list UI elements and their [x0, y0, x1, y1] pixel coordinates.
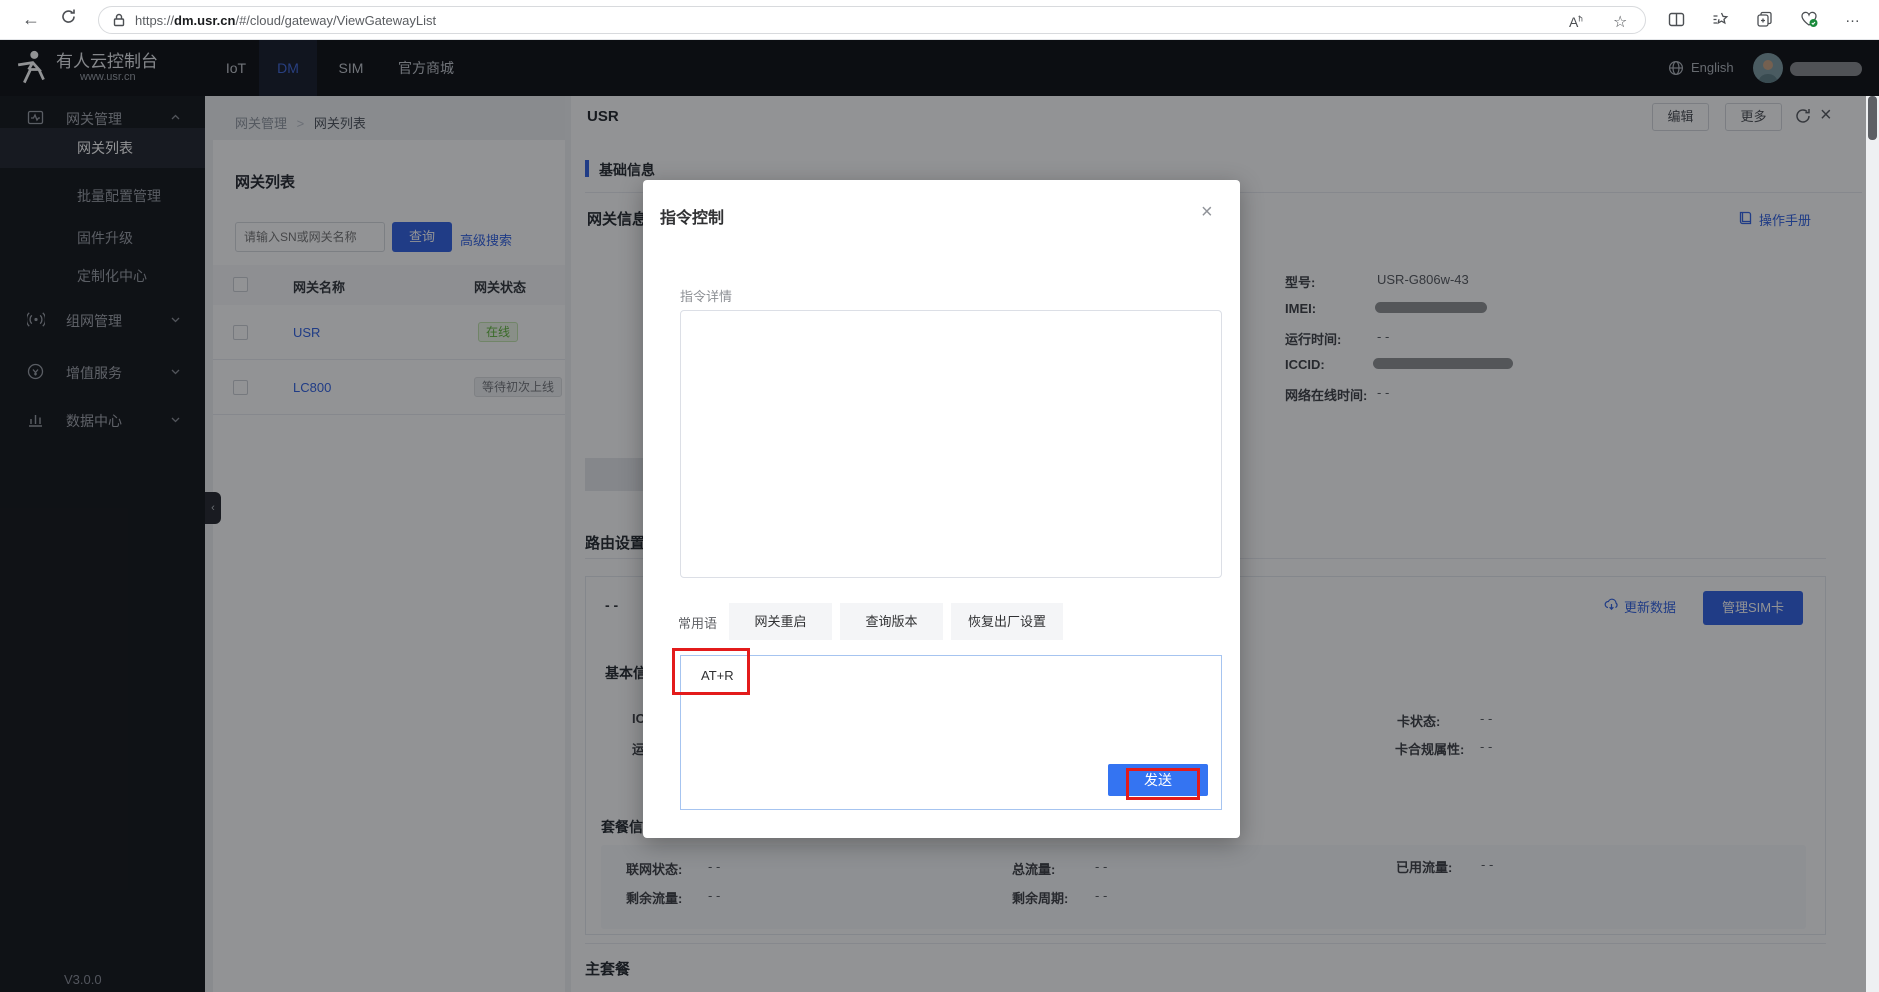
scrollbar-thumb[interactable]	[1868, 96, 1877, 140]
command-detail-label: 指令详情	[680, 286, 732, 305]
back-icon[interactable]: ←	[22, 9, 40, 30]
modal-close-icon[interactable]: ×	[1201, 202, 1213, 222]
browser-essentials-icon[interactable]	[1800, 10, 1819, 28]
address-bar[interactable]: https://dm.usr.cn/#/cloud/gateway/ViewGa…	[98, 6, 1646, 34]
modal-title: 指令控制	[660, 204, 724, 228]
quick-cmd-version-button[interactable]: 查询版本	[840, 603, 943, 640]
page-scrollbar[interactable]	[1866, 96, 1879, 992]
annotation-box-command	[672, 648, 750, 695]
annotation-box-send	[1126, 768, 1200, 800]
browser-menu-icon[interactable]: …	[1845, 9, 1861, 26]
copilot-sidebar-icon[interactable]	[1756, 11, 1773, 28]
read-aloud-icon[interactable]: Aћ	[1569, 14, 1583, 30]
command-detail-textarea[interactable]	[680, 310, 1222, 578]
lock-icon	[113, 13, 125, 27]
quick-cmd-factory-reset-button[interactable]: 恢复出厂设置	[951, 603, 1063, 640]
browser-chrome: ← https://dm.usr.cn/#/cloud/gateway/View…	[0, 0, 1879, 40]
quick-cmd-reboot-button[interactable]: 网关重启	[729, 603, 832, 640]
favorite-star-icon[interactable]: ☆	[1613, 12, 1627, 32]
command-control-modal: 指令控制 × 指令详情 常用语 网关重启 查询版本 恢复出厂设置 AT+R 发送	[643, 180, 1240, 838]
screen: ← https://dm.usr.cn/#/cloud/gateway/View…	[0, 0, 1879, 992]
url-text: https://dm.usr.cn/#/cloud/gateway/ViewGa…	[135, 13, 436, 28]
split-screen-icon[interactable]	[1668, 11, 1685, 28]
collections-icon[interactable]	[1712, 11, 1729, 28]
refresh-icon[interactable]	[60, 8, 77, 25]
app-viewport: 有人云控制台 www.usr.cn IoT DM SIM 官方商城 Englis…	[0, 40, 1879, 992]
common-phrases-label: 常用语	[678, 613, 717, 632]
